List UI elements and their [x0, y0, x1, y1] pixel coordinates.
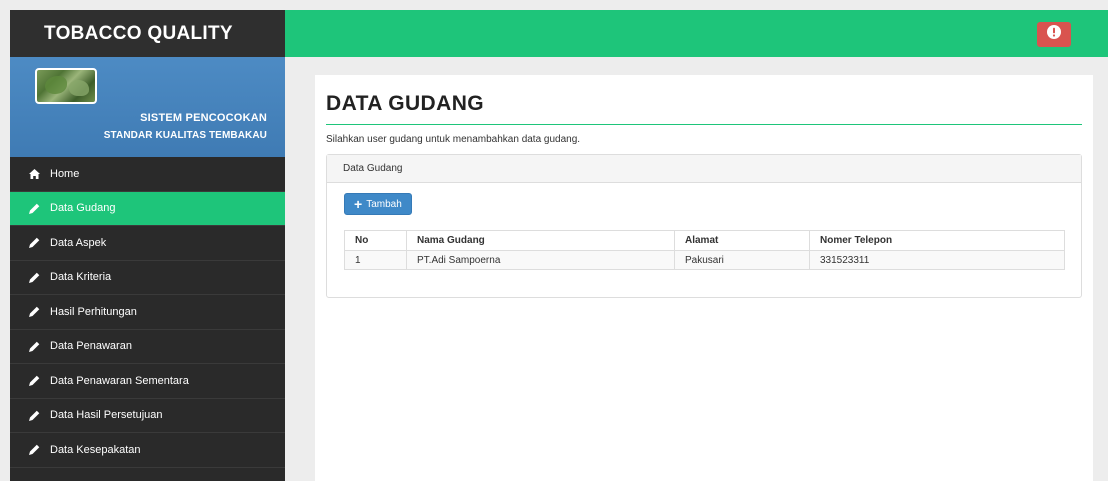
table-row[interactable]: 1 PT.Adi Sampoerna Pakusari 331523311	[344, 250, 1065, 270]
pencil-icon	[28, 410, 40, 421]
sidebar-item-data-penawaran-sementara[interactable]: Data Penawaran Sementara	[10, 364, 285, 399]
cell-nama-gudang: PT.Adi Sampoerna	[406, 250, 675, 270]
sidebar-item-data-kesepakatan[interactable]: Data Kesepakatan	[10, 433, 285, 468]
profile-panel: SISTEM PENCOCOKAN STANDAR KUALITAS TEMBA…	[10, 57, 285, 157]
sidebar-item-label: Data Kesepakatan	[50, 443, 141, 456]
profile-line-2: STANDAR KUALITAS TEMBAKAU	[103, 130, 267, 141]
sidebar-item-label: Data Penawaran	[50, 340, 132, 353]
column-header-nama-gudang: Nama Gudang	[406, 230, 675, 251]
sidebar: TOBACCO QUALITY SISTEM PENCOCOKAN STANDA…	[10, 10, 285, 481]
column-header-no: No	[344, 230, 407, 251]
pencil-icon	[28, 375, 40, 387]
table-header-row: No Nama Gudang Alamat Nomer Telepon	[344, 230, 1065, 251]
sidebar-item-data-penawaran[interactable]: Data Penawaran	[10, 330, 285, 364]
page-subtitle: Silahkan user gudang untuk menambahkan d…	[326, 134, 581, 145]
sidebar-item-data-hasil-persetujuan[interactable]: Data Hasil Persetujuan	[10, 399, 285, 433]
plus-icon: +	[354, 196, 363, 212]
sidebar-item-label: Data Hasil Persetujuan	[50, 409, 163, 422]
sidebar-item-label: Data Penawaran Sementara	[50, 374, 189, 387]
top-navbar	[285, 10, 1108, 57]
add-button[interactable]: + Tambah	[344, 193, 412, 215]
pencil-icon	[28, 203, 40, 214]
pencil-icon	[28, 341, 40, 352]
cell-no: 1	[344, 250, 407, 270]
pencil-icon	[28, 272, 40, 283]
column-header-alamat: Alamat	[674, 230, 810, 251]
alert-button[interactable]	[1037, 22, 1071, 47]
cell-nomer-telepon: 331523311	[809, 250, 1065, 270]
main-content: DATA GUDANG Silahkan user gudang untuk m…	[315, 75, 1093, 481]
column-header-nomer-telepon: Nomer Telepon	[809, 230, 1065, 251]
sidebar-item-label: Data Aspek	[50, 236, 107, 249]
page-title: DATA GUDANG	[326, 92, 484, 115]
pencil-icon	[28, 237, 40, 249]
title-divider	[326, 124, 1082, 125]
sidebar-item-home[interactable]: Home	[10, 157, 285, 192]
pencil-icon	[28, 444, 40, 456]
sidebar-item-label: Hasil Perhitungan	[50, 305, 137, 318]
panel-heading: Data Gudang	[327, 155, 1081, 183]
exclamation-icon	[1047, 25, 1061, 44]
sidebar-item-data-kriteria[interactable]: Data Kriteria	[10, 261, 285, 295]
sidebar-item-label: Home	[50, 167, 80, 180]
pencil-icon	[28, 306, 40, 318]
add-button-label: Tambah	[366, 198, 402, 210]
sidebar-item-data-gudang[interactable]: Data Gudang	[10, 191, 285, 226]
sidebar-item-hasil-perhitungan[interactable]: Hasil Perhitungan	[10, 295, 285, 330]
data-gudang-panel: Data Gudang + Tambah No Nama Gudang Alam…	[326, 154, 1082, 298]
sidebar-item-label: Data Kriteria	[50, 271, 112, 284]
brand-title: TOBACCO QUALITY	[10, 10, 285, 57]
sidebar-menu: Home Data Gudang Data Aspek Data Kriteri…	[10, 157, 285, 468]
cell-alamat: Pakusari	[674, 250, 810, 270]
sidebar-item-label: Data Gudang	[50, 202, 116, 215]
gudang-table: No Nama Gudang Alamat Nomer Telepon 1 PT…	[344, 230, 1065, 270]
home-icon	[28, 168, 40, 179]
profile-line-1: SISTEM PENCOCOKAN	[140, 112, 267, 124]
profile-image	[35, 68, 97, 104]
sidebar-item-data-aspek[interactable]: Data Aspek	[10, 226, 285, 261]
